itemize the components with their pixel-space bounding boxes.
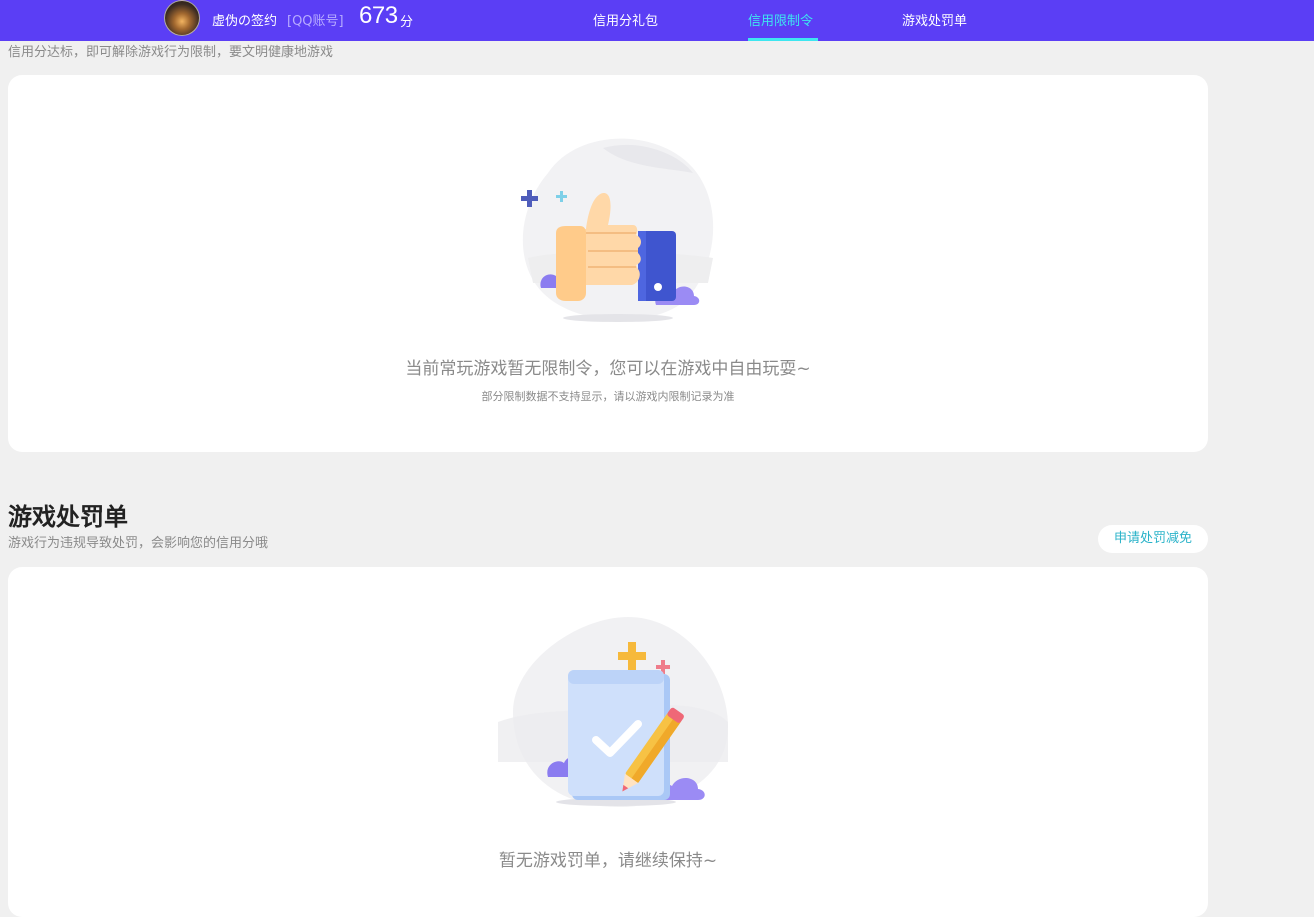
restriction-hint: 信用分达标，即可解除游戏行为限制，要文明健康地游戏: [8, 45, 334, 60]
restriction-empty-title: 当前常玩游戏暂无限制令，您可以在游戏中自由玩耍~: [405, 359, 811, 379]
nav-tab-credit-restriction[interactable]: 信用限制令: [748, 10, 813, 29]
credit-score-unit: 分: [400, 15, 414, 30]
credit-score: 673: [359, 2, 398, 29]
penalty-card: 暂无游戏罚单，请继续保持~: [8, 567, 1208, 917]
checklist-pencil-icon: [498, 617, 728, 807]
section-title-penalty: 游戏处罚单: [8, 503, 128, 531]
active-tab-indicator: [748, 38, 818, 41]
restriction-card: 当前常玩游戏暂无限制令，您可以在游戏中自由玩耍~ 部分限制数据不支持显示，请以游…: [8, 75, 1208, 452]
username: 虚伪の签约: [212, 14, 278, 29]
section-desc-penalty: 游戏行为违规导致处罚，会影响您的信用分哦: [8, 536, 269, 551]
account-type-label: [QQ账号]: [287, 14, 344, 29]
top-bar: 虚伪の签约 [QQ账号] 673 分 信用分礼包 信用限制令 游戏处罚单: [0, 0, 1314, 41]
penalty-empty-title: 暂无游戏罚单，请继续保持~: [498, 851, 718, 871]
restriction-empty-note: 部分限制数据不支持显示，请以游戏内限制记录为准: [481, 390, 735, 403]
apply-penalty-reduction-button[interactable]: 申请处罚减免: [1098, 525, 1208, 553]
thumbs-up-icon: [521, 138, 714, 322]
nav-tab-credit-gift[interactable]: 信用分礼包: [593, 10, 658, 29]
avatar[interactable]: [164, 0, 200, 36]
nav-tab-game-penalty[interactable]: 游戏处罚单: [902, 10, 967, 29]
